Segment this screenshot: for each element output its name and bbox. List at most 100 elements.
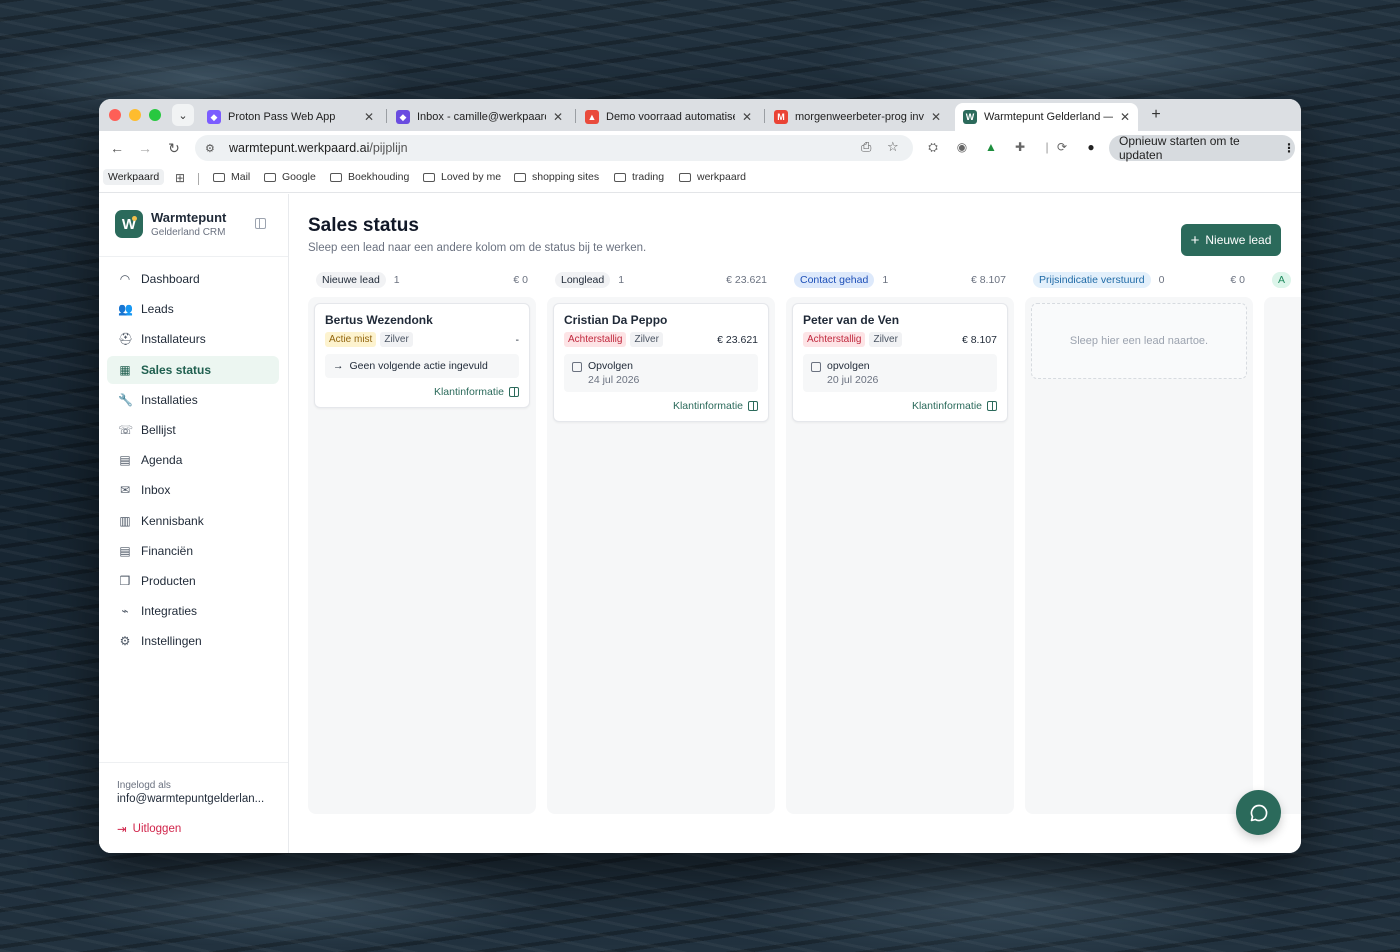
column-header: Contact gehad 1 € 8.107 [786, 270, 1014, 290]
lead-tier-badge: Zilver [630, 332, 663, 347]
task-date: 24 jul 2026 [588, 374, 640, 386]
divider [99, 762, 288, 763]
maximize-window-button[interactable] [149, 109, 161, 121]
column-count: 1 [618, 274, 625, 286]
bookmark-folder-loved[interactable]: Loved by me [423, 171, 501, 183]
sidebar-item-instellingen[interactable]: ⚙ Instellingen [107, 627, 279, 655]
sidebar-item-installaties[interactable]: 🔧 Installaties [107, 386, 279, 414]
address-bar[interactable]: ⚙ warmtepunt.werkpaard.ai/pijplijn ⎙ ☆ [195, 135, 913, 161]
close-tab-icon[interactable]: ✕ [553, 110, 563, 124]
sidebar-item-inbox[interactable]: ✉ Inbox [107, 476, 279, 504]
sidebar-item-leads[interactable]: 👥 Leads [107, 295, 279, 323]
folder-icon [330, 172, 342, 182]
sidebar-item-sales-status[interactable]: ▦ Sales status [107, 355, 279, 384]
brand[interactable]: W Warmtepunt Gelderland CRM [115, 210, 226, 238]
lead-card[interactable]: Bertus Wezendonk Actie mist Zilver - → Geen v… [314, 303, 530, 408]
page-subtitle: Sleep een lead naar een andere kolom om … [308, 242, 647, 254]
tab-title: Proton Pass Web App [228, 111, 336, 123]
customer-info-link[interactable]: Klantinformatie [803, 400, 997, 412]
extension-translate-icon[interactable]: ⛭ [925, 139, 941, 155]
close-tab-icon[interactable]: ✕ [742, 110, 752, 124]
chat-button[interactable] [1236, 790, 1281, 835]
bookmark-folder-google[interactable]: Google [264, 171, 316, 183]
tab-search-chevron-icon[interactable]: ⌄ [172, 104, 194, 126]
camera-icon[interactable]: ◉ [954, 139, 970, 155]
demo-favicon-icon: ▲ [585, 110, 599, 124]
bookmark-folder-shopping[interactable]: shopping sites [514, 171, 599, 183]
bookmark-star-icon[interactable]: ☆ [887, 139, 899, 155]
tab-title: Inbox - camille@werkpaard.ai [417, 111, 546, 123]
close-tab-icon[interactable]: ✕ [931, 110, 941, 124]
forward-arrow-icon[interactable]: → [134, 137, 156, 159]
close-tab-icon[interactable]: ✕ [1120, 110, 1130, 124]
next-task-row[interactable]: opvolgen 20 jul 2026 [803, 354, 997, 392]
proton-favicon-icon: ◆ [207, 110, 221, 124]
logout-button[interactable]: ⇥ Uitloggen [117, 822, 181, 836]
sidebar-item-financi-n[interactable]: ▤ Financiën [107, 537, 279, 565]
apps-grid-icon[interactable]: ⊞ [175, 171, 185, 185]
reload-icon[interactable]: ↻ [163, 137, 185, 159]
sidebar-item-producten[interactable]: ❒ Producten [107, 567, 279, 595]
bookmark-folder-boekhouding[interactable]: Boekhouding [330, 171, 409, 183]
brand-subtitle: Gelderland CRM [151, 227, 226, 238]
collapse-sidebar-icon[interactable] [255, 218, 266, 229]
lead-name: Peter van de Ven [803, 313, 900, 327]
lead-card[interactable]: Peter van de Ven Achterstallig Zilver € 8.1… [792, 303, 1008, 422]
folder-icon [614, 172, 626, 182]
new-lead-button[interactable]: + Nieuwe lead [1181, 224, 1281, 256]
sidebar-item-agenda[interactable]: ▤ Agenda [107, 446, 279, 474]
next-task-row[interactable]: Opvolgen 24 jul 2026 [564, 354, 758, 392]
new-tab-plus-icon[interactable]: + [1145, 104, 1167, 126]
profile-bookmark-chip[interactable]: Werkpaard [103, 169, 165, 185]
column-dropzone-area[interactable] [1264, 297, 1301, 814]
column-dropzone-area[interactable]: Bertus Wezendonk Actie mist Zilver - → Geen v… [308, 297, 536, 814]
browser-tab-demo[interactable]: ▲ Demo voorraad automatisering ✕ [577, 103, 760, 131]
update-restart-button[interactable]: Opnieuw starten om te updaten ⋮ [1109, 134, 1295, 162]
bookmark-folder-werkpaard[interactable]: werkpaard [679, 171, 746, 183]
browser-toolbar: ← → ↻ ⚙ warmtepunt.werkpaard.ai/pijplijn… [99, 131, 1301, 165]
browser-tab-inbox[interactable]: ◆ Inbox - camille@werkpaard.ai ✕ [388, 103, 571, 131]
customer-info-link[interactable]: Klantinformatie [564, 400, 758, 412]
sidebar-item-label: Integraties [141, 604, 198, 619]
side-panel-icon [987, 401, 997, 411]
column-dropzone-area[interactable]: Sleep hier een lead naartoe. [1025, 297, 1253, 814]
lead-card[interactable]: Cristian Da Peppo Achterstallig Zilver € 23… [553, 303, 769, 422]
calendar-icon: ▤ [119, 453, 131, 468]
sync-icon[interactable]: ⟳ [1054, 139, 1070, 155]
lead-tier-badge: Zilver [380, 332, 413, 347]
profile-avatar-icon[interactable]: ● [1083, 139, 1099, 155]
site-settings-icon[interactable]: ⚙ [205, 142, 223, 155]
column-status-badge: Prijsindicatie verstuurd [1033, 272, 1151, 288]
extensions-puzzle-icon[interactable]: ✚ [1012, 139, 1028, 155]
column-dropzone-area[interactable]: Peter van de Ven Achterstallig Zilver € 8.1… [786, 297, 1014, 814]
close-window-button[interactable] [109, 109, 121, 121]
bookmark-folder-mail[interactable]: Mail [213, 171, 250, 183]
close-tab-icon[interactable]: ✕ [364, 110, 374, 124]
next-action-row[interactable]: → Geen volgende actie ingevuld [325, 354, 519, 378]
install-app-icon[interactable]: ⎙ [861, 139, 871, 155]
tab-title: Warmtepunt Gelderland — CRM [984, 111, 1113, 123]
browser-tab-crm[interactable]: W Warmtepunt Gelderland — CRM ✕ [955, 103, 1138, 131]
empty-dropzone[interactable]: Sleep hier een lead naartoe. [1031, 303, 1247, 379]
inbox-favicon-icon: ◆ [396, 110, 410, 124]
back-arrow-icon[interactable]: ← [106, 137, 128, 159]
sidebar-item-label: Leads [141, 302, 174, 317]
bookmark-folder-trading[interactable]: trading [614, 171, 664, 183]
browser-tab-proton[interactable]: ◆ Proton Pass Web App ✕ [199, 103, 382, 131]
sidebar-item-bellijst[interactable]: ☏ Bellijst [107, 416, 279, 444]
minimize-window-button[interactable] [129, 109, 141, 121]
google-drive-icon[interactable]: ▲ [983, 139, 999, 155]
browser-tab-gmail[interactable]: M morgenweerbeter-prog invite ✕ [766, 103, 949, 131]
url-text: warmtepunt.werkpaard.ai/pijplijn [229, 141, 408, 155]
sidebar-item-integraties[interactable]: ⌁ Integraties [107, 597, 279, 625]
sidebar: W Warmtepunt Gelderland CRM ◠ Dashboard 👥 L… [99, 194, 289, 853]
library-icon: ▥ [119, 513, 131, 528]
folder-icon [264, 172, 276, 182]
sidebar-item-installateurs[interactable]: ⛑ Installateurs [107, 325, 279, 353]
customer-info-link[interactable]: Klantinformatie [325, 386, 519, 398]
crm-favicon-icon: W [963, 110, 977, 124]
side-panel-icon [509, 387, 519, 397]
column-dropzone-area[interactable]: Cristian Da Peppo Achterstallig Zilver € 23… [547, 297, 775, 814]
sidebar-item-dashboard[interactable]: ◠ Dashboard [107, 265, 279, 293]
sidebar-item-kennisbank[interactable]: ▥ Kennisbank [107, 507, 279, 535]
